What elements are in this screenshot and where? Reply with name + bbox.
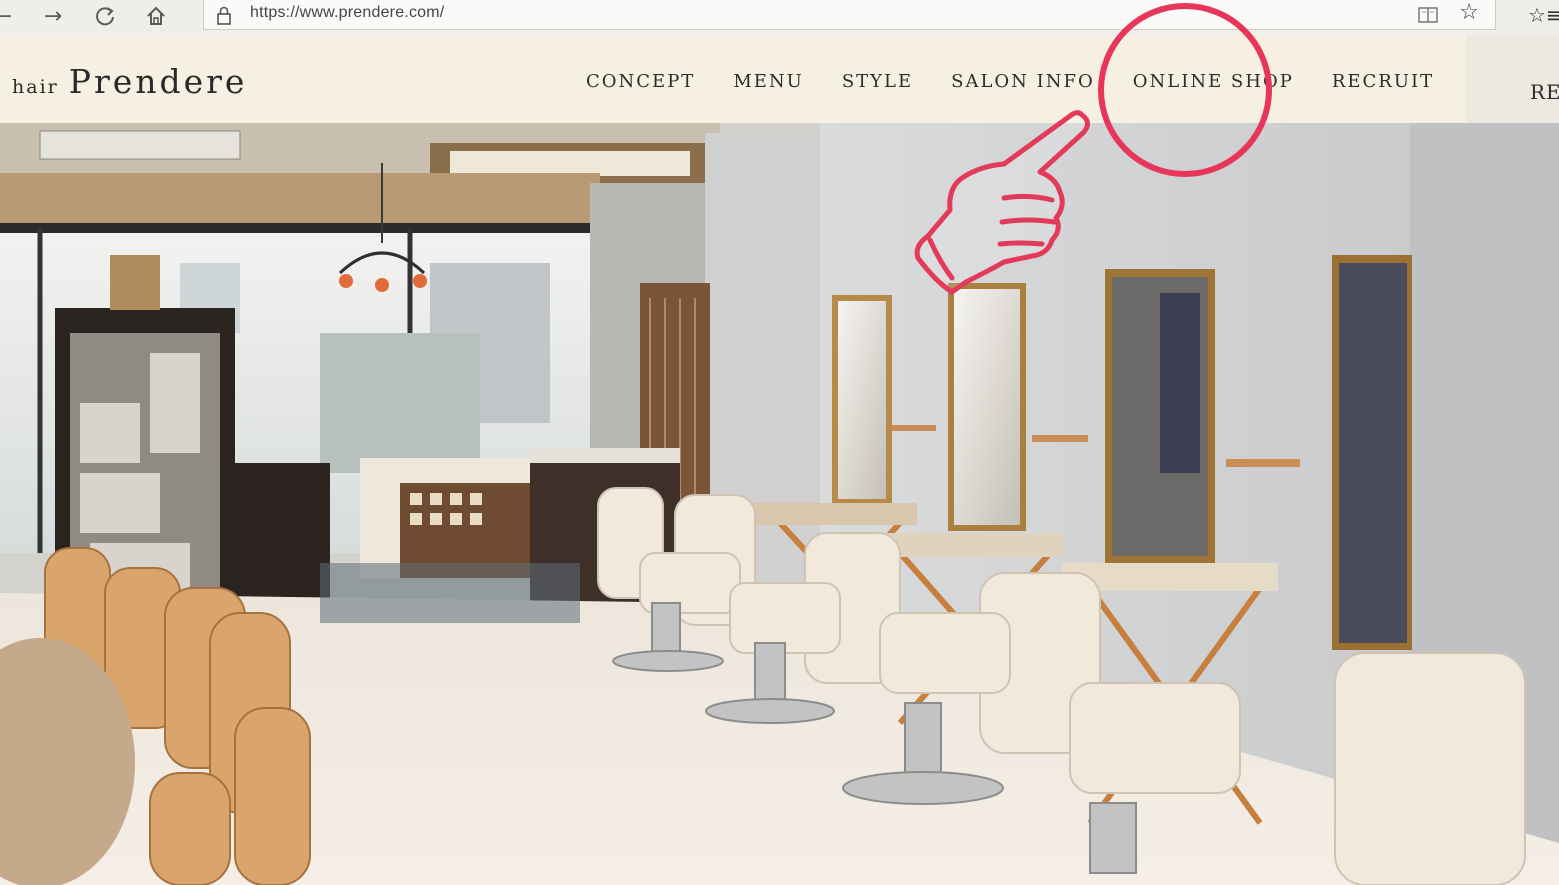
logo-name: Prendere (68, 62, 248, 101)
star-icon[interactable]: ☆ (1459, 0, 1479, 25)
nav-style[interactable]: STYLE (842, 71, 913, 92)
browser-toolbar: ← → https://www.prendere.com/ ☆ ☆≡ (0, 0, 1559, 37)
nav-concept[interactable]: CONCEPT (586, 71, 695, 92)
forward-icon[interactable]: → (38, 2, 68, 30)
nav-recruit[interactable]: RECRUIT (1332, 71, 1434, 92)
site-logo[interactable]: hair Prendere (12, 62, 247, 101)
lock-icon (216, 5, 232, 30)
address-bar[interactable]: https://www.prendere.com/ ☆ (203, 0, 1496, 30)
reader-view-icon[interactable] (1417, 5, 1439, 30)
favorites-icon[interactable]: ☆≡ (1528, 3, 1559, 27)
home-icon[interactable] (141, 2, 171, 30)
back-icon[interactable]: ← (0, 2, 18, 30)
hero-image (0, 123, 1559, 885)
salon-interior-photo (0, 123, 1559, 885)
refresh-icon[interactable] (90, 2, 120, 30)
site-header: hair Prendere CONCEPT MENU STYLE SALON IN… (0, 36, 1488, 123)
reserve-label[interactable]: RE (1530, 80, 1559, 104)
nav-menu[interactable]: MENU (733, 71, 804, 92)
screenshot: ← → https://www.prendere.com/ ☆ ☆≡ hair P… (0, 0, 1559, 885)
nav-salon-info[interactable]: SALON INFO (951, 71, 1095, 92)
url-text[interactable]: https://www.prendere.com/ (250, 4, 444, 22)
main-nav: CONCEPT MENU STYLE SALON INFO ONLINE SHO… (586, 70, 1488, 93)
logo-prefix: hair (12, 76, 59, 98)
nav-online-shop[interactable]: ONLINE SHOP (1133, 71, 1294, 92)
